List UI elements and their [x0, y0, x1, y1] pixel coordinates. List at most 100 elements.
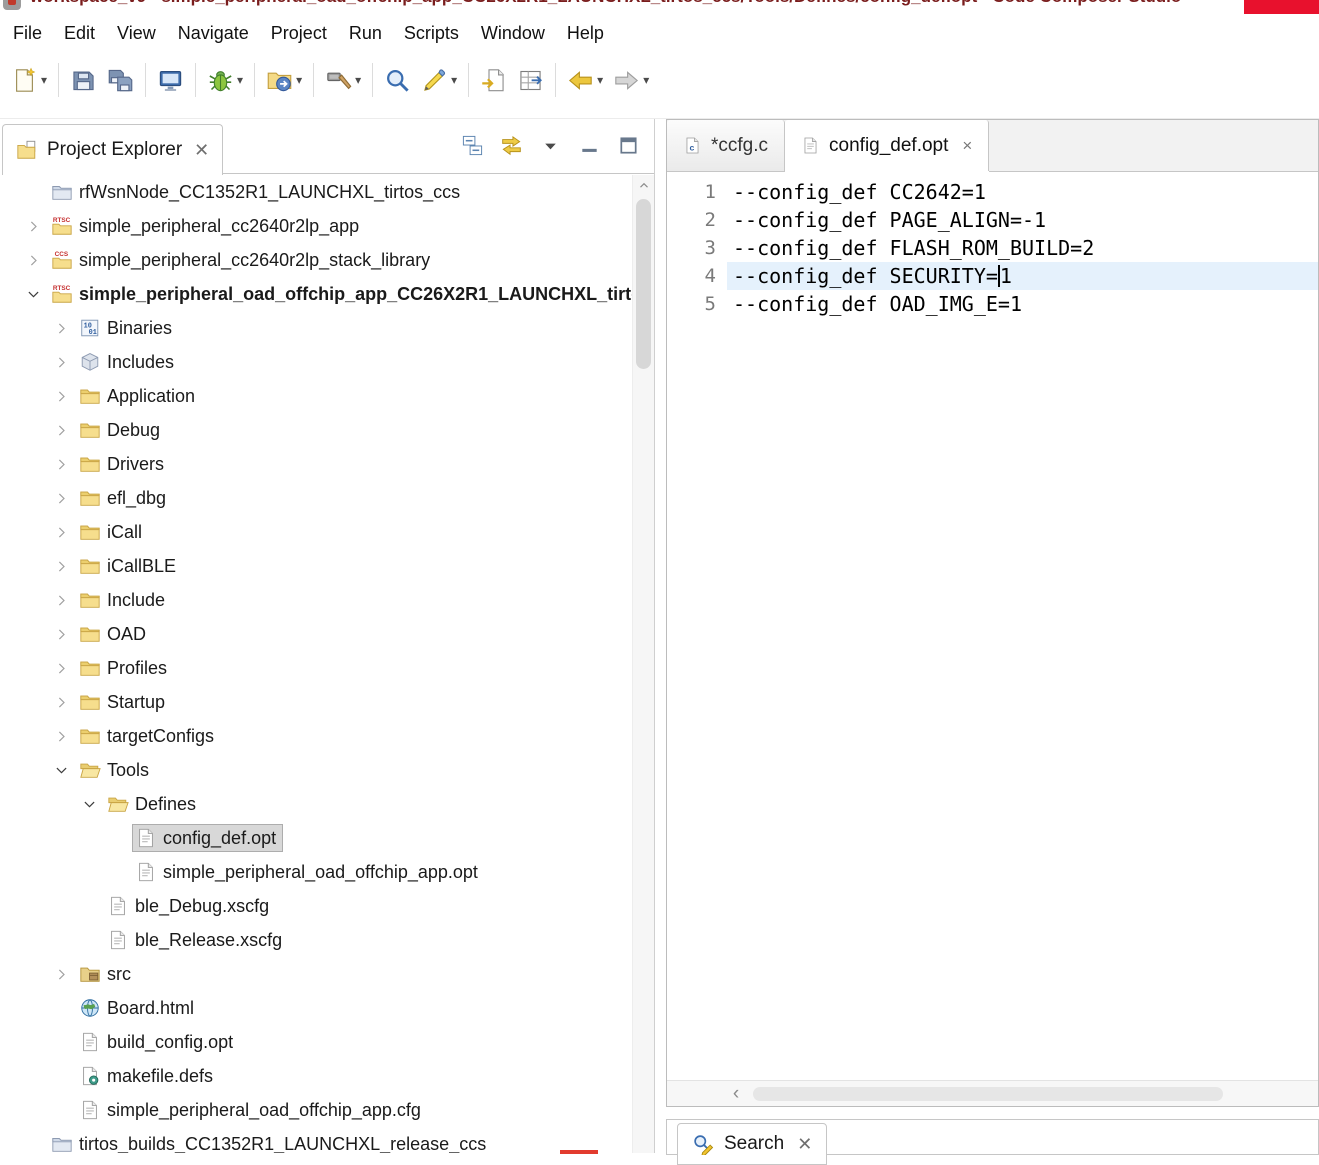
import-button[interactable]: ▾ [263, 63, 305, 98]
tree-entry[interactable]: iCall [76, 518, 149, 546]
menu-file[interactable]: File [2, 17, 53, 50]
tree-entry[interactable]: RTSC simple_peripheral_cc2640r2lp_app [48, 212, 366, 240]
tree-entry[interactable]: ble_Debug.xscfg [104, 892, 276, 920]
tree-entry[interactable]: efl_dbg [76, 484, 173, 512]
search-button[interactable] [381, 63, 414, 98]
chevron-right-icon[interactable] [46, 724, 76, 748]
scrollbar-thumb[interactable] [636, 199, 651, 369]
tree-item-src[interactable]: src [2, 957, 632, 991]
chevron-down-icon[interactable] [74, 792, 104, 816]
tree-entry[interactable]: Profiles [76, 654, 174, 682]
chevron-right-icon[interactable] [46, 350, 76, 374]
project-explorer-tab[interactable]: Project Explorer ✕ [2, 124, 224, 175]
tree-entry[interactable]: Board.html [76, 994, 201, 1022]
tree-entry[interactable]: simple_peripheral_oad_offchip_app.cfg [76, 1096, 428, 1124]
next-annotation-button[interactable] [514, 63, 547, 98]
new-button[interactable]: ▾ [8, 63, 50, 98]
debug-button[interactable]: ▾ [204, 63, 246, 98]
tree-entry[interactable]: Debug [76, 416, 167, 444]
dropdown-caret-icon[interactable]: ▾ [296, 73, 302, 87]
scroll-up-arrow-icon[interactable] [633, 175, 654, 197]
tree-item-drivers[interactable]: Drivers [2, 447, 632, 481]
close-icon[interactable]: ✕ [194, 140, 209, 161]
tree-item-ble-release-xscfg[interactable]: ble_Release.xscfg [2, 923, 632, 957]
tree-item-ble-debug-xscfg[interactable]: ble_Debug.xscfg [2, 889, 632, 923]
tree-item-targetconfigs[interactable]: targetConfigs [2, 719, 632, 753]
tree-item-simple-peripheral-oad-offchip-app-opt[interactable]: simple_peripheral_oad_offchip_app.opt [2, 855, 632, 889]
tree-entry[interactable]: targetConfigs [76, 722, 221, 750]
code-line[interactable]: --config_def OAD_IMG_E=1 [727, 290, 1318, 318]
tree-item-defines[interactable]: Defines [2, 787, 632, 821]
chevron-right-icon[interactable] [46, 554, 76, 578]
chevron-right-icon[interactable] [46, 486, 76, 510]
chevron-right-icon[interactable] [46, 588, 76, 612]
menu-view[interactable]: View [106, 17, 167, 50]
tree-item-simple-peripheral-oad-offchip-app-cfg[interactable]: simple_peripheral_oad_offchip_app.cfg [2, 1093, 632, 1127]
minimize-icon[interactable] [578, 134, 601, 157]
tree-item-oad[interactable]: OAD [2, 617, 632, 651]
tree-entry[interactable]: Defines [104, 790, 203, 818]
editor-tab-config-def-opt[interactable]: config_def.opt × [785, 120, 990, 171]
horizontal-scrollbar[interactable]: ‹ [667, 1080, 1318, 1106]
tree-entry[interactable]: src [76, 960, 138, 988]
highlight-button[interactable]: ▾ [418, 63, 460, 98]
chevron-right-icon[interactable] [46, 384, 76, 408]
code-line[interactable]: --config_def FLASH_ROM_BUILD=2 [727, 234, 1318, 262]
tree-item-icallble[interactable]: iCallBLE [2, 549, 632, 583]
maximize-icon[interactable] [617, 134, 640, 157]
chevron-right-icon[interactable] [46, 316, 76, 340]
console-button[interactable] [154, 63, 187, 98]
tree-entry[interactable]: tirtos_builds_CC1352R1_LAUNCHXL_release_… [48, 1130, 493, 1153]
menu-scripts[interactable]: Scripts [393, 17, 470, 50]
tree-item-simple-peripheral-cc2640r2lp-app[interactable]: RTSC simple_peripheral_cc2640r2lp_app [2, 209, 632, 243]
tree-entry[interactable]: Application [76, 382, 202, 410]
view-menu-icon[interactable] [539, 134, 562, 157]
tree-item-includes[interactable]: Includes [2, 345, 632, 379]
menu-project[interactable]: Project [260, 17, 338, 50]
tree-item-efl-dbg[interactable]: efl_dbg [2, 481, 632, 515]
code-editor[interactable]: --config_def CC2642=1 --config_def PAGE_A… [727, 172, 1318, 1080]
dropdown-caret-icon[interactable]: ▾ [643, 73, 649, 87]
chevron-right-icon[interactable] [46, 690, 76, 714]
chevron-right-icon[interactable] [18, 248, 48, 272]
dropdown-caret-icon[interactable]: ▾ [237, 73, 243, 87]
collapse-all-icon[interactable] [461, 134, 484, 157]
tree-item-simple-peripheral-oad-offchip-app-cc26x2r1-launchxl-tirtos-ccs[interactable]: RTSC simple_peripheral_oad_offchip_app_CC… [2, 277, 632, 311]
editor-tab-ccfg-c[interactable]: c *ccfg.c [667, 120, 786, 171]
tree-item-startup[interactable]: Startup [2, 685, 632, 719]
tree-item-build-config-opt[interactable]: build_config.opt [2, 1025, 632, 1059]
tree-entry[interactable]: OAD [76, 620, 153, 648]
tree-entry[interactable]: 10 01 Binaries [76, 314, 179, 342]
menu-help[interactable]: Help [556, 17, 615, 50]
tree-entry[interactable]: config_def.opt [132, 824, 284, 852]
tree-item-board-html[interactable]: Board.html [2, 991, 632, 1025]
tree-entry[interactable]: Include [76, 586, 172, 614]
tree-entry[interactable]: rfWsnNode_CC1352R1_LAUNCHXL_tirtos_ccs [48, 178, 467, 206]
tree-item-tools[interactable]: Tools [2, 753, 632, 787]
save-all-button[interactable] [104, 63, 137, 98]
tree-entry[interactable]: CCS simple_peripheral_cc2640r2lp_stack_li… [48, 246, 437, 274]
dropdown-caret-icon[interactable]: ▾ [41, 73, 47, 87]
tree-item-icall[interactable]: iCall [2, 515, 632, 549]
tree-entry[interactable]: ble_Release.xscfg [104, 926, 289, 954]
menu-window[interactable]: Window [470, 17, 556, 50]
close-icon[interactable]: × [962, 136, 972, 156]
chevron-right-icon[interactable] [46, 656, 76, 680]
chevron-down-icon[interactable] [46, 758, 76, 782]
menu-navigate[interactable]: Navigate [167, 17, 260, 50]
tree-item-binaries[interactable]: 10 01 Binaries [2, 311, 632, 345]
tree-item-simple-peripheral-cc2640r2lp-stack-library[interactable]: CCS simple_peripheral_cc2640r2lp_stack_li… [2, 243, 632, 277]
tree-entry[interactable]: makefile.defs [76, 1062, 220, 1090]
tree-entry[interactable]: build_config.opt [76, 1028, 240, 1056]
editor-body[interactable]: 12345 --config_def CC2642=1 --config_def … [667, 172, 1318, 1080]
tree-item-include[interactable]: Include [2, 583, 632, 617]
scroll-left-arrow-icon[interactable]: ‹ [725, 1081, 747, 1106]
scrollbar-thumb[interactable] [753, 1087, 1223, 1101]
tree-item-makefile-defs[interactable]: makefile.defs [2, 1059, 632, 1093]
chevron-right-icon[interactable] [46, 962, 76, 986]
dropdown-caret-icon[interactable]: ▾ [597, 73, 603, 87]
tree-entry[interactable]: simple_peripheral_oad_offchip_app.opt [132, 858, 485, 886]
tree-entry[interactable]: Tools [76, 756, 156, 784]
chevron-right-icon[interactable] [18, 214, 48, 238]
search-view-tab[interactable]: Search ✕ [677, 1123, 828, 1165]
